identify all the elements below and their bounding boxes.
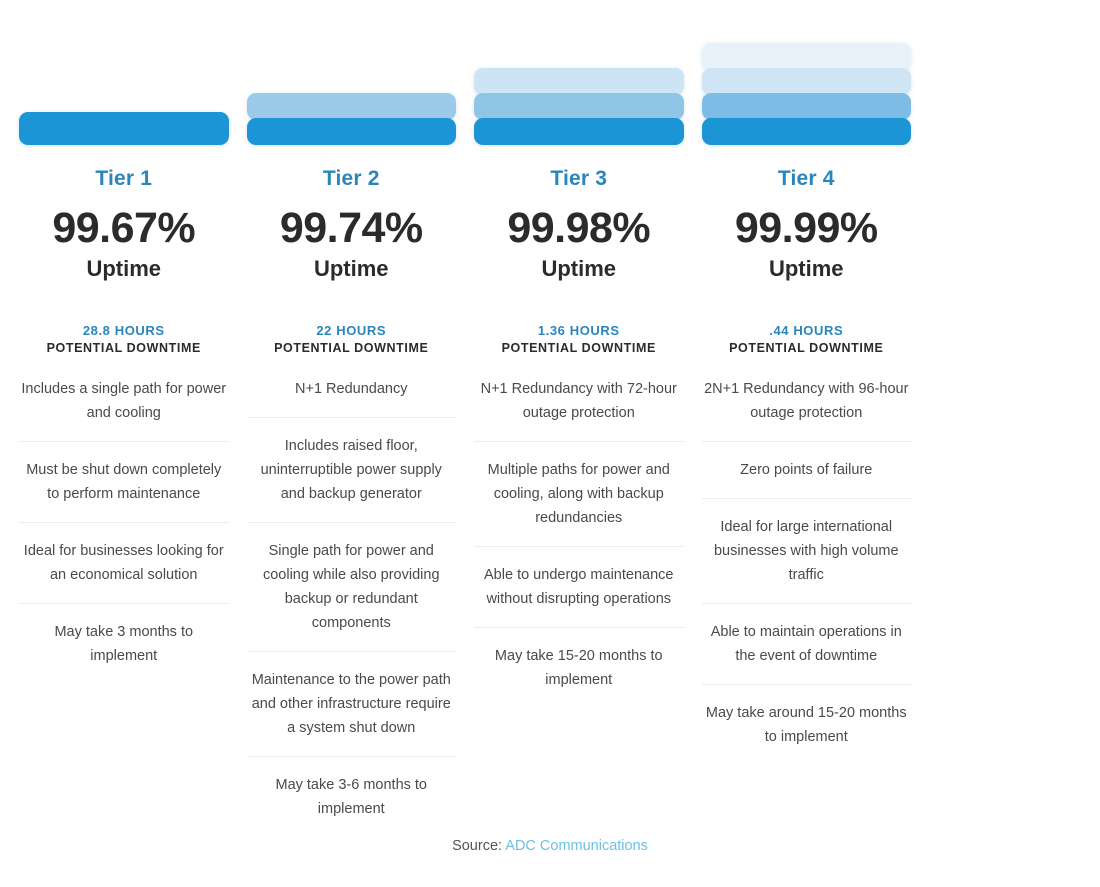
downtime-hours: 1.36 HOURS	[537, 323, 620, 338]
list-item: Able to maintain operations in the event…	[701, 604, 911, 685]
tier-name: Tier 4	[777, 167, 835, 190]
list-item: May take 15-20 months to implement	[494, 648, 663, 688]
downtime-label: POTENTIAL DOWNTIME	[46, 341, 201, 355]
tier-bar-zone	[474, 0, 684, 145]
bar-segment	[701, 68, 911, 95]
downtime-hours: 28.8 HOURS	[82, 323, 165, 338]
list-item: Must be shut down completely to perform …	[19, 442, 229, 523]
tier-columns-row: Tier 1 99.67% Uptime 28.8 HOURS POTENTIAL DO…	[0, 0, 1100, 837]
source-prefix: Source:	[452, 838, 503, 854]
list-item: Multiple paths for power and cooling, al…	[474, 442, 684, 547]
list-item: Single path for power and cooling while …	[246, 523, 456, 652]
uptime-label: Uptime	[313, 256, 389, 281]
tier-feature-list: N+1 Redundancy with 72-hour outage prote…	[474, 377, 684, 708]
uptime-label: Uptime	[86, 256, 162, 281]
tier-feature-list: 2N+1 Redundancy with 96-hour outage prot…	[701, 377, 911, 765]
list-item: Zero points of failure	[701, 442, 911, 499]
tier-column-4: Tier 4 99.99% Uptime .44 HOURS POTENTIAL DOW…	[693, 0, 921, 765]
list-item: Ideal for large international businesses…	[701, 499, 911, 604]
bar-segment	[701, 43, 911, 70]
list-item: Includes a single path for power and coo…	[19, 377, 229, 442]
list-item: N+1 Redundancy	[246, 377, 456, 418]
tier-column-2: Tier 2 99.74% Uptime 22 HOURS POTENTIAL DOWN…	[238, 0, 466, 837]
uptime-percentage: 99.74%	[279, 204, 423, 252]
bar-segment	[701, 93, 911, 120]
tier-bar-stack	[246, 93, 456, 145]
tier-bar-zone	[246, 0, 456, 145]
uptime-label: Uptime	[768, 256, 844, 281]
uptime-percentage: 99.67%	[52, 204, 196, 252]
tier-name: Tier 2	[322, 167, 380, 190]
list-item: May take 3-6 months to implement	[275, 777, 427, 817]
downtime-hours: 22 HOURS	[316, 323, 387, 338]
tier-bar-stack	[19, 112, 229, 145]
uptime-percentage: 99.98%	[507, 204, 651, 252]
tier-bar-stack	[701, 43, 911, 145]
tier-column-1: Tier 1 99.67% Uptime 28.8 HOURS POTENTIAL DO…	[10, 0, 238, 684]
tier-column-3: Tier 3 99.98% Uptime 1.36 HOURS POTENTIAL DO…	[465, 0, 693, 708]
bar-segment	[19, 112, 229, 145]
downtime-label: POTENTIAL DOWNTIME	[501, 341, 656, 355]
tier-bar-zone	[19, 0, 229, 145]
tier-comparison-infographic: Tier 1 99.67% Uptime 28.8 HOURS POTENTIAL DO…	[0, 0, 1100, 887]
downtime-label: POTENTIAL DOWNTIME	[729, 341, 884, 355]
uptime-percentage: 99.99%	[734, 204, 878, 252]
list-item: May take 3 months to implement	[54, 624, 194, 664]
tier-name: Tier 3	[550, 167, 608, 190]
list-item: May take around 15-20 months to implemen…	[705, 705, 907, 745]
source-link[interactable]: ADC Communications	[505, 838, 648, 854]
list-item: 2N+1 Redundancy with 96-hour outage prot…	[701, 377, 911, 442]
uptime-label: Uptime	[541, 256, 617, 281]
downtime-label: POTENTIAL DOWNTIME	[274, 341, 429, 355]
tier-bar-stack	[474, 68, 684, 145]
bar-segment	[474, 118, 684, 145]
list-item: Ideal for businesses looking for an econ…	[19, 523, 229, 604]
tier-name: Tier 1	[95, 167, 153, 190]
tier-bar-zone	[701, 0, 911, 145]
downtime-hours: .44 HOURS	[769, 323, 844, 338]
bar-segment	[474, 93, 684, 120]
source-attribution: Source: ADC Communications	[0, 838, 1100, 854]
list-item: Maintenance to the power path and other …	[246, 652, 456, 757]
list-item: Able to undergo maintenance without disr…	[474, 547, 684, 628]
bar-segment	[246, 118, 456, 145]
bar-segment	[474, 68, 684, 95]
list-item: N+1 Redundancy with 72-hour outage prote…	[474, 377, 684, 442]
tier-feature-list: N+1 Redundancy Includes raised floor, uni…	[246, 377, 456, 837]
list-item: Includes raised floor, uninterruptible p…	[246, 418, 456, 523]
bar-segment	[701, 118, 911, 145]
tier-feature-list: Includes a single path for power and coo…	[19, 377, 229, 684]
bar-segment	[246, 93, 456, 120]
